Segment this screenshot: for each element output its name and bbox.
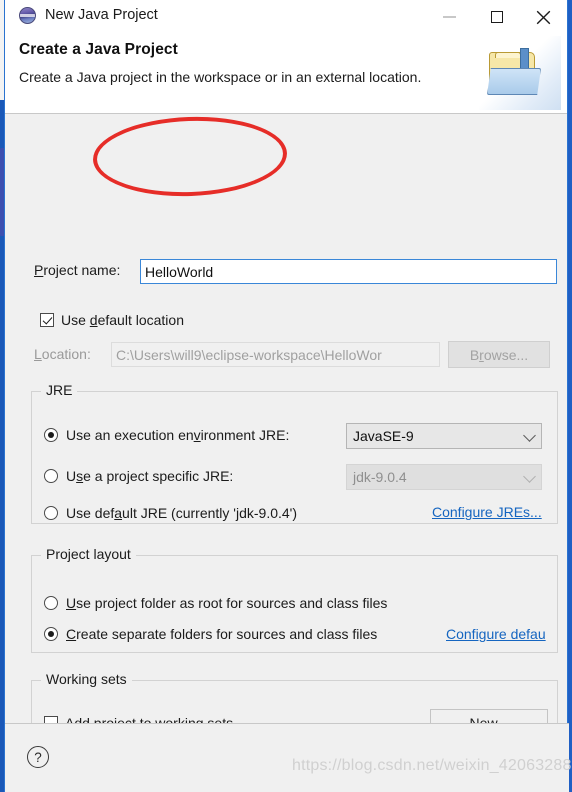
chevron-down-icon [523,429,536,442]
eclipse-sphere-icon [19,7,36,24]
jre-default-radio[interactable] [44,506,58,520]
project-name-input[interactable]: HelloWorld [140,259,557,284]
use-default-location-row[interactable]: Use default location [40,312,184,328]
jre-execution-env-label: Use an execution environment JRE: [66,427,290,443]
jre-project-specific-label: Use a project specific JRE: [66,468,234,484]
layout-separate-folders-row[interactable]: Create separate folders for sources and … [44,626,377,642]
dialog-titlebar: New Java Project [5,0,567,34]
jre-group-title: JRE [41,382,78,398]
jre-default-label: Use default JRE (currently 'jdk-9.0.4') [66,505,297,521]
jre-project-specific-value: jdk-9.0.4 [353,469,407,485]
folder-glyph [487,48,551,98]
project-layout-group-title: Project layout [41,546,136,562]
window-title: New Java Project [45,7,158,23]
minimize-button[interactable] [426,0,473,34]
new-java-project-dialog: New Java Project Create a Java Project C [4,0,569,792]
screenshot-root: New Java Project Create a Java Project C [0,0,572,792]
layout-project-folder-label: Use project folder as root for sources a… [66,595,388,611]
folder-front [487,68,541,95]
jre-execution-env-combo[interactable]: JavaSE-9 [346,423,542,449]
layout-separate-folders-radio[interactable] [44,627,58,641]
project-name-label: Project name: [34,262,121,278]
jre-project-specific-combo: jdk-9.0.4 [346,464,542,490]
jre-project-specific-row[interactable]: Use a project specific JRE: [44,468,233,484]
browse-button: Browse... [448,341,550,368]
maximize-button[interactable] [473,0,520,34]
project-name-label-row: Project name: [34,262,120,278]
use-default-location-checkbox[interactable] [40,313,54,327]
working-sets-group-title: Working sets [41,671,132,687]
close-button[interactable] [520,0,567,34]
page-title: Create a Java Project [19,41,178,58]
location-label-row: Location: [34,346,91,362]
jre-execution-env-value: JavaSE-9 [353,428,414,444]
jre-execution-env-radio[interactable] [44,428,58,442]
chevron-down-icon-disabled [523,470,536,483]
layout-project-folder-row[interactable]: Use project folder as root for sources a… [44,595,387,611]
location-input: C:\Users\will9\eclipse-workspace\HelloWo… [111,342,440,367]
page-description: Create a Java project in the workspace o… [19,69,422,85]
maximize-icon [490,11,503,23]
dialog-footer: ? < Back Next > Finish Cancel [5,723,569,792]
background-window-edge-right [568,0,572,792]
help-icon: ? [34,749,42,765]
dialog-header: Create a Java Project Create a Java proj… [5,34,567,114]
dialog-body: Project name: HelloWorld Use default loc… [5,114,567,779]
configure-default-link[interactable]: Configure defau [446,626,546,642]
java-project-folder-icon [479,36,561,110]
layout-separate-folders-label: Create separate folders for sources and … [66,626,378,642]
jre-default-row[interactable]: Use default JRE (currently 'jdk-9.0.4') [44,505,297,521]
window-controls [426,0,567,34]
titlebar-left: New Java Project [19,7,158,24]
use-default-location-label: Use default location [61,312,184,328]
help-button[interactable]: ? [27,746,49,768]
browse-button-label: Browse... [469,346,529,363]
close-icon [536,10,551,24]
layout-project-folder-radio[interactable] [44,596,58,610]
configure-jres-link[interactable]: Configure JREs... [432,504,542,520]
jre-project-specific-radio[interactable] [44,469,58,483]
jre-execution-env-row[interactable]: Use an execution environment JRE: [44,427,289,443]
minimize-icon [443,16,456,18]
location-label: Location: [34,346,91,362]
